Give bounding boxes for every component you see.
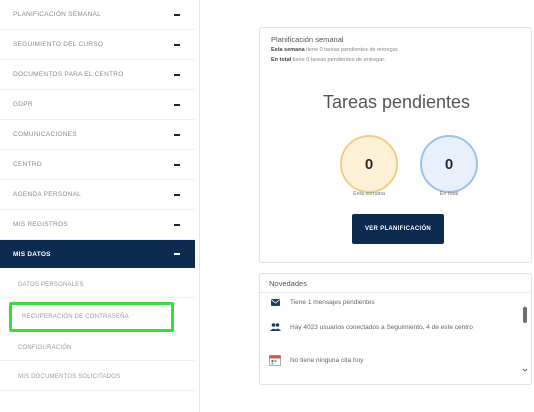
chevron-down-icon xyxy=(173,40,181,50)
sidebar-subitem-label: Configuración xyxy=(18,344,72,351)
sidebar-item-label: Planificación semanal xyxy=(13,11,101,18)
sidebar-item-comunicaciones[interactable]: Comunicaciones xyxy=(0,120,195,150)
sidebar-item-planificacion-semanal[interactable]: Planificación semanal xyxy=(0,0,195,30)
news-item-messages[interactable]: Tiene 1 mensajes pendientes xyxy=(269,297,509,308)
calendar-icon xyxy=(269,355,281,366)
sidebar-item-documentos-para-el-centro[interactable]: Documentos para el centro xyxy=(0,60,195,90)
week-count-caption: Esta semana xyxy=(352,191,386,197)
sidebar-item-label: GDPR xyxy=(13,101,33,108)
sidebar-item-agenda-personal[interactable]: Agenda personal xyxy=(0,180,195,210)
sidebar-item-gdpr[interactable]: GDPR xyxy=(0,90,195,120)
week-summary-label: Esta semana xyxy=(271,47,305,53)
news-item-text: Hay 4023 usuarios conectados a Seguimien… xyxy=(290,324,473,331)
sidebar-subitem-mis-documentos-solicitados[interactable]: Mis documentos solicitados xyxy=(0,363,195,391)
chevron-down-icon xyxy=(173,70,181,80)
sidebar-subitem-datos-personales[interactable]: Datos personales xyxy=(0,272,195,298)
week-summary-text: tiene 0 tareas pendientes de entregar. xyxy=(306,47,399,53)
sidebar-item-label: Agenda personal xyxy=(13,191,82,198)
sidebar-item-label: Seguimiento del curso xyxy=(13,41,104,48)
sidebar-subitem-configuracion[interactable]: Configuración xyxy=(0,335,195,361)
sidebar-item-label: Comunicaciones xyxy=(13,131,77,138)
week-summary: Esta semana tiene 0 tareas pendientes de… xyxy=(271,47,399,53)
news-item-connected-users[interactable]: Hay 4023 usuarios conectados a Seguimien… xyxy=(269,322,509,333)
sidebar-item-mis-registros[interactable]: Mis registros xyxy=(0,210,195,240)
planning-title: Planificación semanal xyxy=(271,35,344,44)
sidebar-item-centro[interactable]: Centro xyxy=(0,150,195,180)
total-summary: En total tiene 0 tareas pendientes de en… xyxy=(271,57,385,63)
total-summary-label: En total xyxy=(271,57,292,63)
users-icon xyxy=(269,322,281,332)
news-item-appointments[interactable]: No tiene ninguna cita hoy xyxy=(269,355,509,366)
sidebar: Planificación semanal Seguimiento del cu… xyxy=(0,0,200,412)
total-summary-text: tiene 0 tareas pendientes de entregar. xyxy=(292,57,386,63)
week-count-circle: 0 xyxy=(340,135,398,193)
chevron-down-icon xyxy=(173,190,181,200)
sidebar-item-label: Centro xyxy=(13,161,42,168)
chevron-down-icon xyxy=(173,10,181,20)
news-item-text: No tiene ninguna cita hoy xyxy=(290,357,364,364)
chevron-up-icon xyxy=(173,249,181,259)
sidebar-item-label: Mis datos xyxy=(13,250,51,258)
chevron-down-icon xyxy=(173,130,181,140)
sidebar-item-seguimiento-del-curso[interactable]: Seguimiento del curso xyxy=(0,30,195,60)
news-card: Novedades Tiene 1 mensajes pendientes Ha… xyxy=(259,273,532,385)
news-scrollbar-thumb[interactable] xyxy=(523,307,527,323)
news-title: Novedades xyxy=(269,279,307,288)
news-item-text: Tiene 1 mensajes pendientes xyxy=(290,299,375,306)
envelope-icon xyxy=(269,297,281,307)
view-planning-button[interactable]: Ver planificación xyxy=(352,214,444,244)
total-count-caption: En total xyxy=(439,191,459,197)
scroll-down-icon[interactable] xyxy=(522,360,528,372)
chevron-down-icon xyxy=(173,100,181,110)
scroll-up-icon[interactable] xyxy=(522,298,528,310)
sidebar-subitem-label: Datos personales xyxy=(18,281,84,288)
sidebar-subitem-label: Mis documentos solicitados xyxy=(18,373,121,380)
total-count-circle: 0 xyxy=(420,135,478,193)
sidebar-subitem-recuperacion-de-contrasena[interactable]: Recuperación de contraseña xyxy=(9,302,174,332)
chevron-down-icon xyxy=(173,220,181,230)
planning-card: Planificación semanal Esta semana tiene … xyxy=(259,27,532,263)
sidebar-item-mis-datos[interactable]: Mis datos xyxy=(0,240,195,268)
sidebar-item-label: Mis registros xyxy=(13,221,68,228)
pending-tasks-heading: Tareas pendientes xyxy=(322,92,471,112)
sidebar-item-label: Documentos para el centro xyxy=(13,71,124,78)
chevron-down-icon xyxy=(173,160,181,170)
sidebar-subitem-label: Recuperación de contraseña xyxy=(22,314,129,320)
news-divider xyxy=(260,292,531,293)
